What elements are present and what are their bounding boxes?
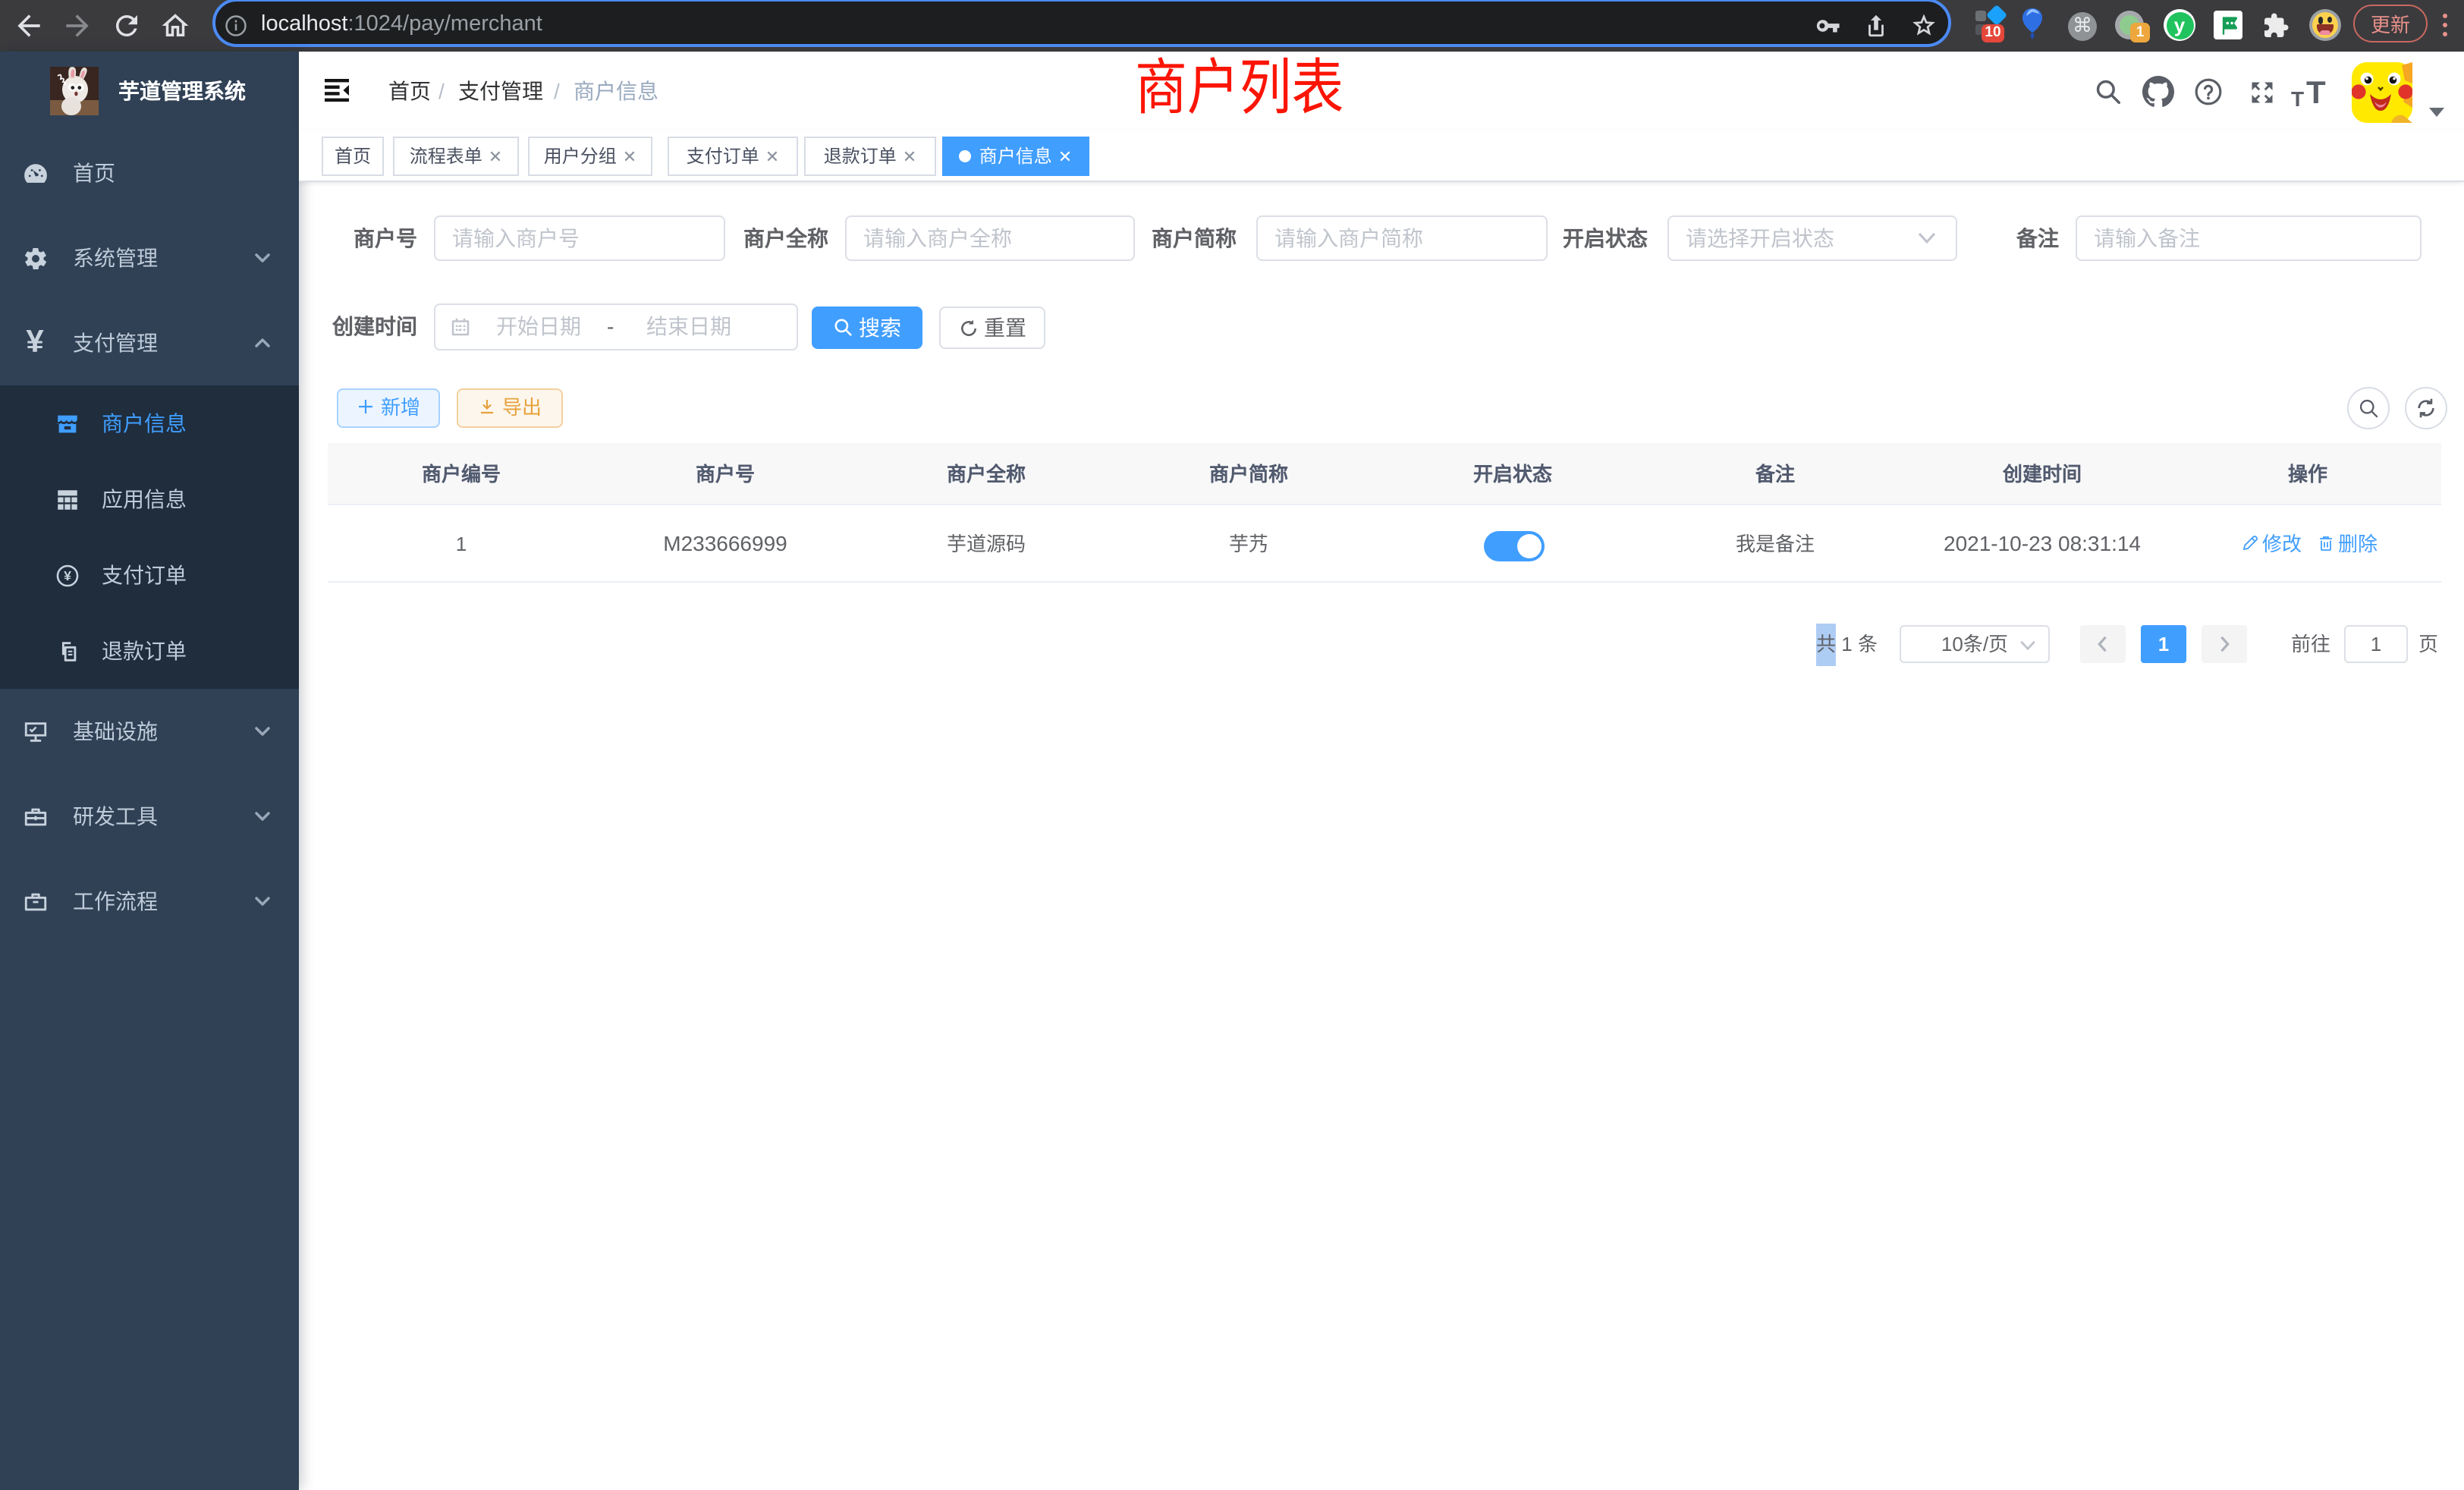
svg-text:¥: ¥ (64, 568, 71, 583)
